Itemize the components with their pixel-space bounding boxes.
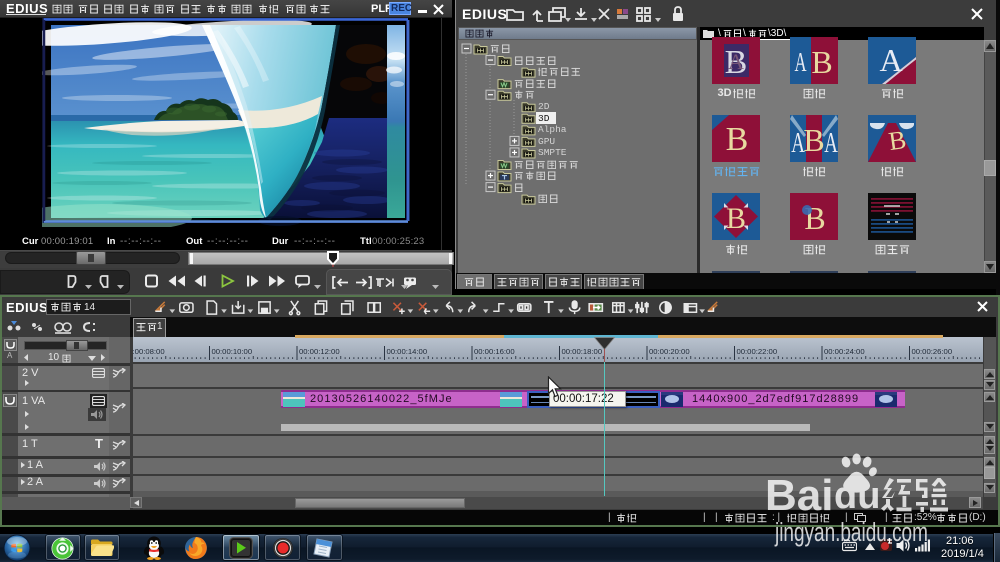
svg-text:00:00:24:00: 00:00:24:00 [824,347,865,356]
svg-text:B: B [726,202,746,235]
svg-text:00:00:20:00: 00:00:20:00 [649,347,690,356]
svg-text:00:00:14:00: 00:00:14:00 [387,347,428,356]
svg-text:A: A [794,47,807,77]
svg-text:A: A [728,49,744,74]
svg-text:00:00:08:00: 00:00:08:00 [133,347,165,356]
svg-text:A: A [879,42,902,78]
svg-text:00:00:12:00: 00:00:12:00 [299,347,340,356]
svg-text:B: B [811,44,832,80]
svg-text:A: A [824,127,838,159]
svg-text:jingyan.baidu.com: jingyan.baidu.com [774,517,928,547]
svg-text:00:00:26:00: 00:00:26:00 [912,347,953,356]
svg-text:Bai: Bai [765,471,833,520]
svg-text:00:00:16:00: 00:00:16:00 [474,347,515,356]
svg-text:B: B [803,122,824,158]
svg-text:00:00:10:00: 00:00:10:00 [212,347,253,356]
svg-text:B: B [726,121,749,158]
svg-text:00:00:22:00: 00:00:22:00 [737,347,778,356]
svg-text:du: du [834,475,880,517]
